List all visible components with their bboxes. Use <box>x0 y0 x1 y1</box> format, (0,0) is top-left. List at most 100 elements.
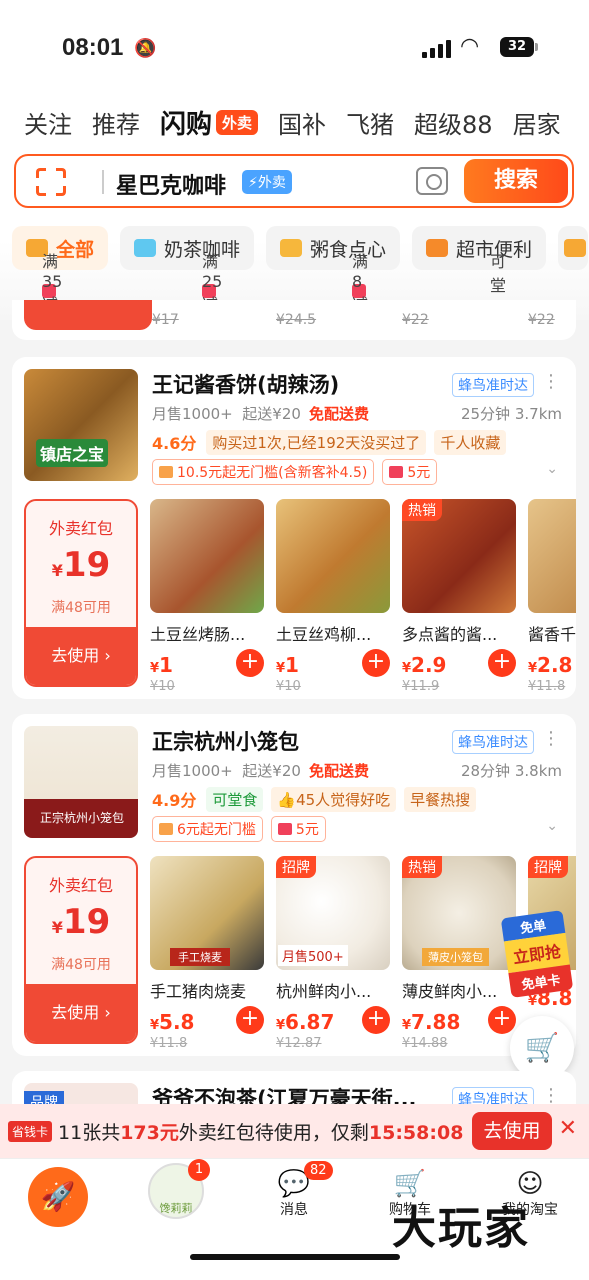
porridge-icon <box>280 239 303 257</box>
more-icon[interactable]: ⋮ <box>542 728 560 749</box>
search-tag: ⚡外卖 <box>242 170 292 194</box>
tab-flash[interactable]: 闪购 <box>160 104 212 141</box>
red-packet-amount: 19 <box>62 545 111 585</box>
red-packet-condition: 满48可用 <box>51 957 111 973</box>
red-packet-condition: 满48可用 <box>51 600 111 616</box>
store-card[interactable]: 镇店之宝 王记酱香饼(胡辣汤) 蜂鸟准时达 ⋮ 月售1000+ 起送¥20 免配送… <box>12 357 576 699</box>
chevron-down-icon[interactable]: ⌄ <box>546 818 558 834</box>
add-to-cart-button[interactable]: + <box>236 1006 264 1034</box>
menu-item[interactable]: 土豆丝鸡柳... ¥1 ¥10 + <box>276 499 390 694</box>
menu-item[interactable]: 热销 多点酱的酱... ¥2.9 ¥11.9 + <box>402 499 516 694</box>
delivery-badge: 蜂鸟准时达 <box>452 730 534 754</box>
tab-home[interactable]: 居家 <box>513 105 561 140</box>
free-delivery: 免配送费 <box>308 405 369 423</box>
use-red-packet-button[interactable]: 去使用 › <box>26 984 136 1042</box>
more-icon[interactable]: ⋮ <box>542 371 560 392</box>
item-image[interactable]: 招牌 月售500+ <box>276 856 390 970</box>
search-button[interactable]: 搜索 <box>464 159 568 203</box>
free-order-promo[interactable]: 免单 立即抢 免单卡 <box>500 910 574 998</box>
coupon-tag[interactable]: 10.5元起无门槛(含新客补4.5) <box>152 459 375 485</box>
category-tea-coffee[interactable]: 奶茶咖啡 <box>120 226 255 270</box>
item-name: 土豆丝烤肠... <box>150 625 246 644</box>
store-score: 4.6分 <box>152 434 197 453</box>
red-packet-card[interactable]: 外卖红包 ¥19 满48可用 去使用 › <box>24 856 138 1044</box>
add-to-cart-button[interactable]: + <box>236 649 264 677</box>
item-old-price: ¥14.88 <box>402 1036 448 1051</box>
review-tag-label: 45人觉得好吃 <box>296 790 391 809</box>
filter-35-15[interactable]: 满35减15 <box>42 252 62 334</box>
scan-icon[interactable] <box>36 168 66 196</box>
favorite-tag: 千人收藏 <box>434 429 507 455</box>
item-price-value: 1 <box>285 653 299 677</box>
rocket-home-icon[interactable]: 🚀 <box>28 1167 88 1227</box>
tab-recommend[interactable]: 推荐 <box>92 105 140 140</box>
tab-fliggy[interactable]: 飞猪 <box>346 105 394 140</box>
store-card[interactable]: 正宗杭州小笼包 正宗杭州小笼包 蜂鸟准时达 ⋮ 月售1000+ 起送¥20 免配送… <box>12 714 576 1056</box>
signal-icon <box>422 38 452 58</box>
item-image[interactable]: 手工烧麦 <box>150 856 264 970</box>
add-to-cart-button[interactable]: + <box>488 649 516 677</box>
item-image[interactable] <box>528 499 576 613</box>
coupon-tag[interactable]: 5元 <box>270 816 326 842</box>
banner-text: 11张共173元外卖红包待使用，仅剩15:58:08 <box>58 1118 463 1145</box>
cup-icon <box>134 239 157 257</box>
add-to-cart-button[interactable]: + <box>362 1006 390 1034</box>
category-porridge[interactable]: 粥食点心 <box>266 226 401 270</box>
item-name: 土豆丝鸡柳... <box>276 625 372 644</box>
camera-icon[interactable] <box>416 167 448 195</box>
menu-item[interactable]: 酱香千 ¥2.8 ¥11.8 <box>528 499 576 694</box>
item-old-price: ¥11.8 <box>528 679 566 694</box>
item-old-price: ¥11.8 <box>150 1036 188 1051</box>
item-name: 多点酱的酱... <box>402 625 498 644</box>
add-to-cart-button[interactable]: + <box>488 1006 516 1034</box>
menu-item[interactable]: 土豆丝烤肠... ¥1 ¥10 + <box>150 499 264 694</box>
banner-amount: 173元 <box>120 1121 179 1144</box>
tab-flash-badge: 外卖 <box>216 109 259 135</box>
category-more[interactable] <box>558 226 589 270</box>
store-thumbnail[interactable]: 镇店之宝 <box>24 369 138 481</box>
coupon-tag[interactable]: 6元起无门槛 <box>152 816 263 842</box>
coupon-tag[interactable]: 5元 <box>382 459 438 485</box>
use-red-packet-button[interactable]: 去使用 › <box>26 627 136 685</box>
banner-pre: 11张共 <box>58 1121 121 1144</box>
signature-label: 招牌 <box>276 856 316 878</box>
item-old-price: ¥22 <box>402 312 429 328</box>
menu-item[interactable]: 热销 薄皮小笼包 薄皮鲜肉小... ¥7.88 ¥14.88 + <box>402 856 516 1051</box>
filter-8-8[interactable]: 满8减8 <box>352 252 372 334</box>
avatar-text: 馋莉莉 <box>159 1202 193 1215</box>
item-old-price: ¥12.87 <box>276 1036 322 1051</box>
item-image[interactable]: 热销 薄皮小笼包 <box>402 856 516 970</box>
item-old-price: ¥24.5 <box>276 312 317 328</box>
home-indicator[interactable] <box>190 1254 400 1260</box>
store-thumbnail[interactable]: 正宗杭州小笼包 <box>24 726 138 838</box>
add-to-cart-button[interactable]: + <box>362 649 390 677</box>
menu-item[interactable]: 手工烧麦 手工猪肉烧麦 ¥5.8 ¥11.8 + <box>150 856 264 1051</box>
tab-super88[interactable]: 超级88 <box>414 105 493 140</box>
item-image[interactable]: 热销 <box>402 499 516 613</box>
cart-icon: 🛒 <box>524 1031 560 1064</box>
distance: 3.7km <box>514 405 562 423</box>
red-packet-card[interactable]: 外卖红包 ¥19 满48可用 去使用 › <box>24 499 138 687</box>
search-bar[interactable]: 星巴克咖啡 ⚡外卖 搜索 <box>14 154 574 208</box>
store-distance: 28分钟 3.8km <box>461 760 562 781</box>
category-market[interactable]: 超市便利 <box>412 226 547 270</box>
store-meta: 月售1000+ 起送¥20 免配送费 <box>152 760 369 781</box>
chevron-down-icon[interactable]: ⌄ <box>546 461 558 477</box>
filter-25-9[interactable]: 满25减9 <box>202 252 222 334</box>
breakfast-tag: 早餐热搜 <box>404 786 477 812</box>
store-name[interactable]: 王记酱香饼(胡辣汤) <box>152 369 339 399</box>
menu-item[interactable]: 招牌 月售500+ 杭州鲜肉小... ¥6.87 ¥12.87 + <box>276 856 390 1051</box>
tab-subsidy[interactable]: 国补 <box>278 105 326 140</box>
tab-follow[interactable]: 关注 <box>24 105 72 140</box>
saving-card-tag: 省钱卡 <box>8 1120 53 1142</box>
item-image[interactable] <box>276 499 390 613</box>
red-packet-title: 外卖红包 <box>48 519 113 538</box>
close-icon[interactable]: ✕ <box>559 1116 577 1141</box>
red-packet-banner[interactable]: 省钱卡 11张共173元外卖红包待使用，仅剩15:58:08 去使用 ✕ <box>0 1104 589 1158</box>
search-input[interactable]: 星巴克咖啡 <box>116 168 226 200</box>
more-icon[interactable]: ⋮ <box>542 1085 560 1106</box>
banner-use-button[interactable]: 去使用 <box>472 1112 552 1150</box>
banner-timer: 15:58:08 <box>368 1121 464 1144</box>
store-name[interactable]: 正宗杭州小笼包 <box>152 726 299 756</box>
item-image[interactable] <box>150 499 264 613</box>
